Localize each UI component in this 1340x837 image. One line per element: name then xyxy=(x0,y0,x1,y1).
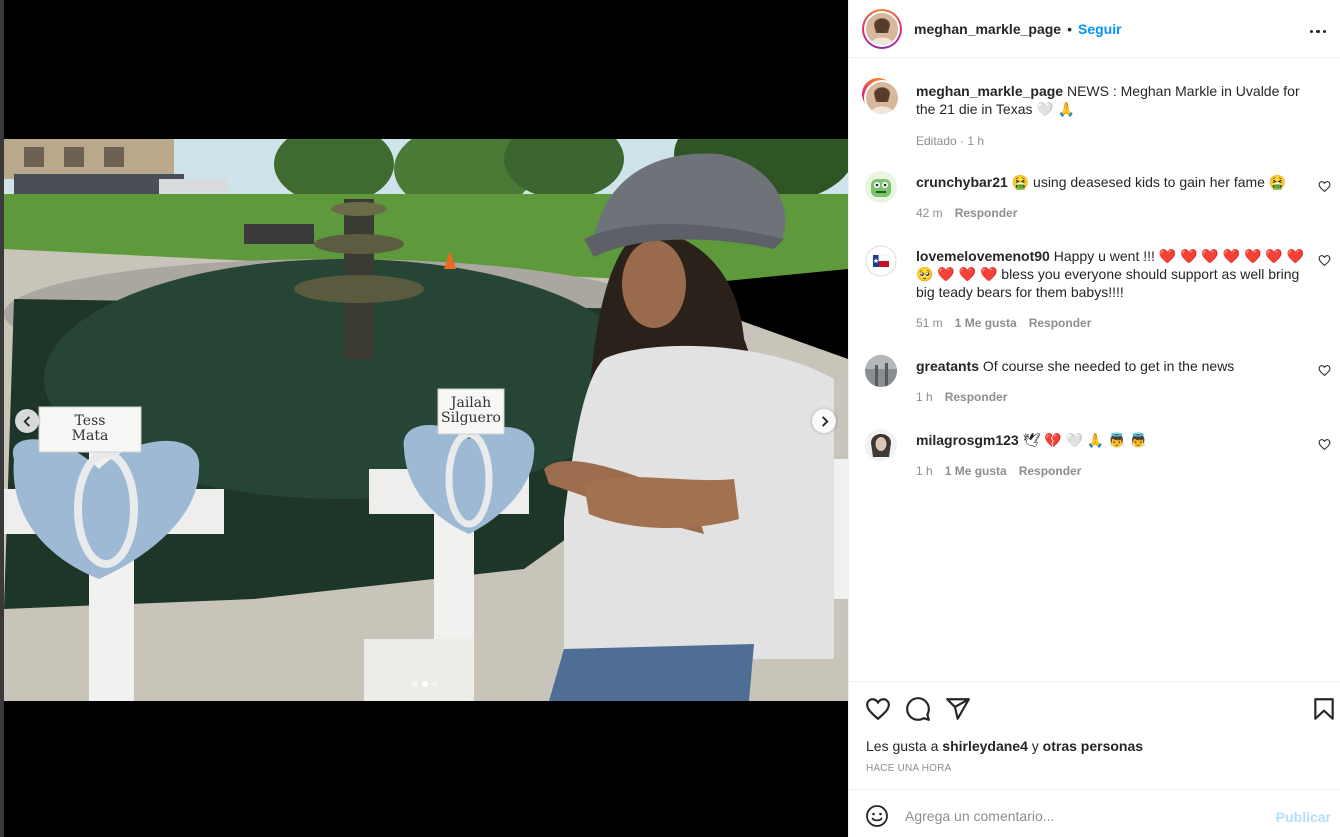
comment-body: greatants Of course she needed to get in… xyxy=(916,357,1311,375)
comment-body: crunchybar21 🤮 using deasesed kids to ga… xyxy=(916,173,1311,191)
publish-button[interactable]: Publicar xyxy=(1276,809,1331,825)
commenter-avatar[interactable] xyxy=(865,355,897,387)
author-avatar[interactable] xyxy=(862,8,902,49)
cross-name-label: Silguero xyxy=(441,410,501,426)
comment-bubble-icon[interactable] xyxy=(905,696,931,722)
reply-button[interactable]: Responder xyxy=(955,206,1018,220)
next-photo-button[interactable] xyxy=(812,409,836,433)
comment-input[interactable] xyxy=(905,802,1265,830)
like-comment-heart-icon[interactable] xyxy=(1318,180,1331,193)
more-options-button[interactable] xyxy=(1307,18,1329,40)
comment-time[interactable]: 42 m xyxy=(916,206,943,220)
like-comment-heart-icon[interactable] xyxy=(1318,438,1331,451)
separator-dot: • xyxy=(1067,20,1072,37)
liked-by-user[interactable]: shirleydane4 xyxy=(942,738,1028,754)
comment-time[interactable]: 1 h xyxy=(916,464,933,478)
edited-label: Editado · 1 h xyxy=(916,134,985,148)
comment-meta: 1 h 1 Me gusta Responder xyxy=(916,464,1081,478)
comment-time[interactable]: 1 h xyxy=(916,390,933,404)
comment-username[interactable]: greatants xyxy=(916,358,979,374)
commenter-avatar[interactable] xyxy=(865,245,897,277)
comment-text: 🤮 using deasesed kids to gain her fame 🤮 xyxy=(1011,174,1287,190)
caption-avatar[interactable] xyxy=(862,78,900,116)
carousel-indicator xyxy=(412,681,438,687)
comment-meta: 1 h Responder xyxy=(916,390,1007,404)
chevron-right-icon xyxy=(821,415,829,427)
add-comment-bar: Publicar xyxy=(849,789,1340,837)
comment-text: 🕊 💔 🤍 🙏 👼 👼 xyxy=(1022,432,1147,448)
post-photo[interactable]: Tess Mata Jailah Silguero xyxy=(4,139,848,701)
cross-name-label: Tess xyxy=(75,413,106,429)
caption-username[interactable]: meghan_markle_page xyxy=(916,83,1063,99)
like-heart-icon[interactable] xyxy=(865,696,891,722)
commenter-avatar[interactable] xyxy=(865,429,897,461)
liked-by-prefix: Les gusta a xyxy=(866,738,939,754)
comment-time[interactable]: 51 m xyxy=(916,316,943,330)
chevron-left-icon xyxy=(22,415,30,427)
comment-body: lovemelovemenot90 Happy u went !!! ❤️ ❤️… xyxy=(916,247,1311,301)
liked-by-joiner: y xyxy=(1031,738,1039,754)
reply-button[interactable]: Responder xyxy=(1019,464,1082,478)
emoji-icon[interactable] xyxy=(865,804,889,828)
share-send-icon[interactable] xyxy=(945,696,971,722)
comment-likes[interactable]: 1 Me gusta xyxy=(945,464,1007,478)
comment-username[interactable]: crunchybar21 xyxy=(916,174,1008,190)
reply-button[interactable]: Responder xyxy=(945,390,1008,404)
like-comment-heart-icon[interactable] xyxy=(1318,364,1331,377)
carousel-dot xyxy=(432,681,438,687)
cross-name-label: Mata xyxy=(72,428,109,444)
commenter-avatar[interactable] xyxy=(865,171,897,203)
post-timestamp[interactable]: HACE UNA HORA xyxy=(866,763,951,774)
save-bookmark-icon[interactable] xyxy=(1311,696,1337,722)
previous-photo-button[interactable] xyxy=(15,409,39,433)
caption-meta: Editado · 1 h xyxy=(916,134,984,148)
comment-likes[interactable]: 1 Me gusta xyxy=(955,316,1017,330)
follow-button[interactable]: Seguir xyxy=(1078,21,1122,37)
reply-button[interactable]: Responder xyxy=(1029,316,1092,330)
carousel-dot-active xyxy=(422,681,428,687)
comment-username[interactable]: lovemelovemenot90 xyxy=(916,248,1050,264)
liked-by-others[interactable]: otras personas xyxy=(1043,738,1143,754)
comment-meta: 51 m 1 Me gusta Responder xyxy=(916,316,1091,330)
comments-list[interactable]: meghan_markle_page NEWS : Meghan Markle … xyxy=(849,59,1340,681)
more-dots-icon xyxy=(1308,20,1328,38)
post-side-panel: meghan_markle_page • Seguir meghan_markl… xyxy=(848,0,1340,837)
comment-body: milagrosgm123 🕊 💔 🤍 🙏 👼 👼 xyxy=(916,431,1311,449)
comment-username[interactable]: milagrosgm123 xyxy=(916,432,1019,448)
post-header: meghan_markle_page • Seguir xyxy=(849,0,1340,58)
cross-name-label: Jailah xyxy=(449,395,491,411)
comment-meta: 42 m Responder xyxy=(916,206,1017,220)
caption-body: meghan_markle_page NEWS : Meghan Markle … xyxy=(916,82,1311,118)
post-media-panel: Tess Mata Jailah Silguero xyxy=(0,0,848,837)
post-actions: Les gusta a shirleydane4 y otras persona… xyxy=(849,681,1340,789)
carousel-dot xyxy=(412,681,418,687)
like-comment-heart-icon[interactable] xyxy=(1318,254,1331,267)
liked-by-summary: Les gusta a shirleydane4 y otras persona… xyxy=(866,738,1143,754)
author-username[interactable]: meghan_markle_page xyxy=(914,21,1061,37)
comment-text: Of course she needed to get in the news xyxy=(982,358,1235,374)
